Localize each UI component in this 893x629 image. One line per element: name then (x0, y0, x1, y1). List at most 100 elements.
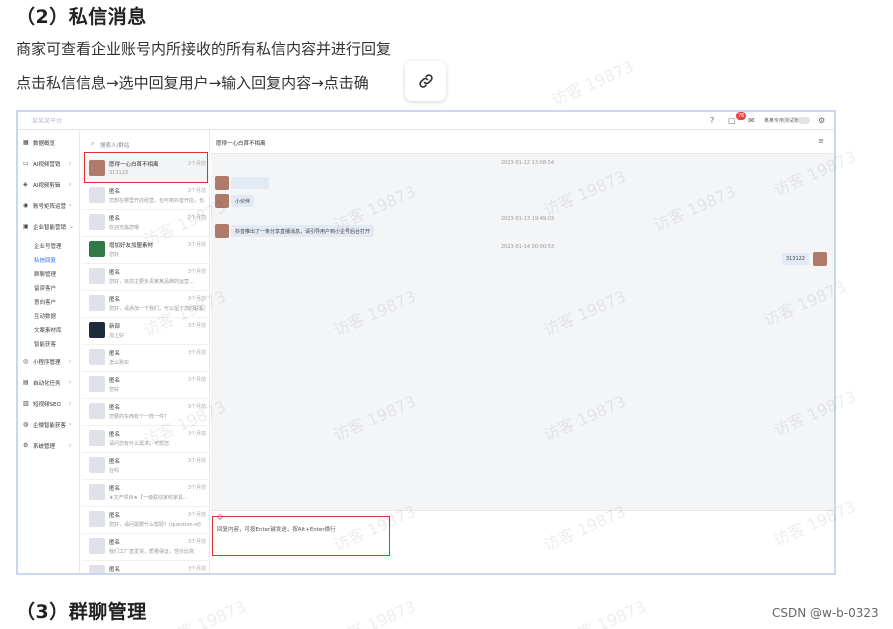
conversation-name: 匿名 (109, 189, 121, 195)
conversation-item[interactable]: 匿名 您好，目前主要负责某某品牌的运营... 3个月前 (82, 264, 210, 291)
sidebar-item[interactable]: ⚙ 系统管理 › (18, 441, 80, 451)
conversation-name: 增加好友加盟素材 (109, 243, 154, 249)
conversation-time: 3个月前 (187, 404, 206, 410)
sidebar-item-label: 企微智能获客 (33, 423, 67, 429)
link-icon (418, 74, 433, 88)
watermark: 访客 19873 (330, 596, 419, 629)
sidebar-item[interactable]: ▥ 短视频SEO › (18, 399, 80, 409)
message-avatar (215, 194, 229, 208)
conversation-time: 3个月前 (187, 539, 206, 545)
conversation-name: 匿名 (109, 351, 121, 357)
chevron-icon: › (69, 358, 72, 365)
conversation-item[interactable]: 匿名 我们工厂直发货，质量保证，性价比高 3个月前 (82, 534, 210, 561)
bell-icon[interactable]: ▢ (728, 116, 736, 125)
conversation-item[interactable]: 匿名 欢迎光临您哦 2个月前 (82, 210, 210, 237)
avatar (89, 457, 105, 473)
copy-link-button[interactable] (405, 61, 446, 101)
conversation-time: 2个月前 (187, 215, 206, 221)
theme-toggle[interactable] (798, 117, 810, 124)
video-icon: ▭ (23, 160, 29, 167)
highlight-reply-input (212, 516, 390, 556)
sidebar-subitem[interactable]: 企业号管理 (34, 242, 62, 250)
conversation-time: 3个月前 (187, 458, 206, 464)
sidebar-item-label: 小程序管理 (33, 360, 61, 366)
conversation-name: 新部 (109, 324, 121, 330)
sidebar-subitem[interactable]: 留资客户 (34, 284, 56, 292)
conversation-preview: 您好，请问需要什么帮助？(question-id) (109, 522, 201, 528)
settings-icon: ⚙ (23, 442, 29, 449)
conversation-item[interactable]: 匿名 您要的东西有个一样一件？ 3个月前 (82, 399, 210, 426)
conversation-time: 3个月前 (187, 296, 206, 302)
help-icon[interactable]: ? (710, 116, 714, 125)
sidebar-item[interactable]: ◉ 账号矩阵运营 › (18, 201, 80, 211)
chevron-icon: › (69, 181, 72, 188)
avatar (89, 565, 105, 573)
conversation-preview: 您好 (109, 252, 120, 258)
menu-icon[interactable]: ≡ (818, 137, 824, 145)
message-bubble (231, 177, 269, 189)
conversation-preview: 加上好 (109, 333, 125, 339)
chevron-icon: › (69, 202, 72, 209)
chat-header: 愿得一心白首不相离 ≡ (211, 130, 834, 154)
avatar (89, 322, 105, 338)
conversation-item[interactable]: 匿名 您好，请添加一下我们，可以留下您的联系方... 3个月前 (82, 291, 210, 318)
conversation-item[interactable]: 匿名 您想在哪里开店经营，也可用抖音开店，也... 2个月前 (82, 183, 210, 210)
sidebar-item[interactable]: ▦ 数据概览 (18, 138, 80, 148)
section-3-heading: （3）群聊管理 (16, 601, 147, 623)
watermark: 访客 19873 (548, 56, 637, 110)
message-avatar (215, 176, 229, 190)
sidebar-subitem[interactable]: 群聊管理 (34, 270, 56, 278)
chat-panel: 愿得一心白首不相离 ≡ ☺ 回复内容，可按Enter键发送，按Alt+Enter… (211, 130, 834, 573)
sidebar-subitem[interactable]: 智能获客 (34, 340, 56, 348)
sidebar-item[interactable]: ◍ 企微智能获客 › (18, 420, 80, 430)
watermark: 访客 19873 (560, 596, 649, 629)
conversation-item[interactable]: 增加好友加盟素材 您好 3个月前 (82, 237, 210, 264)
conversation-item[interactable]: 匿名 您好，请问需要什么帮助？(question-id) 3个月前 (82, 507, 210, 534)
search-icon: ⌕ (91, 140, 95, 147)
conversation-preview: 您好 (109, 387, 120, 393)
sidebar-subitem[interactable]: 文案素材库 (34, 326, 62, 334)
sidebar-subitem[interactable]: 私信回复 (34, 256, 56, 264)
sidebar-item-label: 自动化任务 (33, 381, 61, 387)
paragraph-steps: 点击私信信息→选中回复用户→输入回复内容→点击确 (16, 74, 369, 92)
conversation-item[interactable]: 匿名您好 3个月前 (82, 372, 210, 399)
chevron-icon: › (69, 421, 72, 428)
miniapp-icon: ◎ (23, 358, 29, 365)
sidebar-item-label: 系统管理 (33, 444, 56, 450)
conversation-item[interactable]: 匿名 请问您有什么需求，可帮您 3个月前 (82, 426, 210, 453)
conversation-item[interactable]: 新部 加上好 3个月前 (82, 318, 210, 345)
conversation-preview: 怎么购买 (109, 360, 130, 366)
avatar (89, 349, 105, 365)
highlight-selected-user (84, 152, 208, 183)
conversation-preview: 在吗 (109, 468, 120, 474)
message-bubble: 小伙伴 (231, 195, 255, 207)
settings-shortcut-icon[interactable]: ⚙ (818, 116, 825, 125)
avatar (89, 538, 105, 554)
sidebar-item[interactable]: ▤ 自动化任务 › (18, 378, 80, 388)
conversation-preview: 您要的东西有个一样一件？ (109, 414, 170, 420)
avatar (89, 430, 105, 446)
mail-icon[interactable]: ✉ (748, 116, 755, 125)
sidebar-subitem[interactable]: 意向客户 (34, 298, 56, 306)
conversation-item[interactable]: 匿名 ★文产项目★【一级联动家纺家具... 3个月前 (82, 480, 210, 507)
conversation-item[interactable]: 匿名怎么购买 3个月前 (82, 345, 210, 372)
conversation-preview: 请问您有什么需求，可帮您 (109, 441, 170, 447)
sidebar-item[interactable]: ◎ 小程序管理 › (18, 357, 80, 367)
embedded-screenshot: 某某某平台 ? ▢ 76 ✉ 某某专用测试账号 ⚙ ▦ 数据概览 ▭ AI视频营销 › ◈… (16, 110, 836, 575)
conversation-name: 匿名 (109, 378, 121, 384)
conversation-item[interactable]: 匿名 在吗 3个月前 (82, 453, 210, 480)
sidebar-item[interactable]: ▣ 企业智能营销 ⌄ (18, 222, 80, 232)
avatar (89, 295, 105, 311)
paragraph-description: 商家可查看企业账号内所接收的所有私信内容并进行回复 (16, 40, 392, 58)
sidebar-subitem[interactable]: 互动数据 (34, 312, 56, 320)
conversation-time: 3个月前 (187, 377, 206, 383)
conversation-name: 匿名 (109, 513, 121, 519)
conversation-preview: 欢迎光临您哦 (109, 225, 140, 231)
chevron-icon: › (69, 442, 72, 449)
conversation-item[interactable]: 匿名 3个月前 (82, 561, 210, 573)
sidebar-item[interactable]: ◈ AI视频剪辑 › (18, 180, 80, 190)
conversation-search[interactable]: ⌕ 搜索人/群站 (86, 140, 206, 150)
sidebar-item[interactable]: ▭ AI视频营销 › (18, 159, 80, 169)
dashboard-icon: ▦ (23, 139, 29, 146)
conversation-time: 3个月前 (187, 350, 206, 356)
